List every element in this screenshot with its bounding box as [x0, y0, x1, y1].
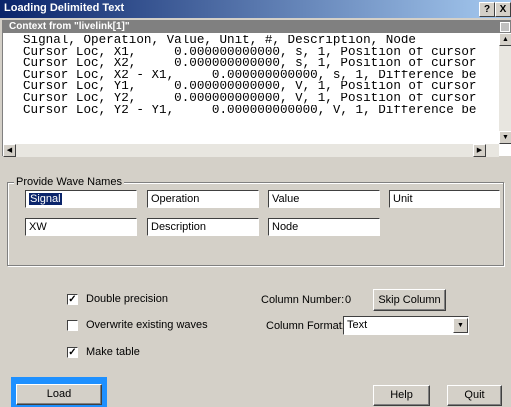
wave-name-field[interactable]: Value	[268, 190, 380, 208]
wave-name-value: Operation	[151, 193, 200, 205]
close-title-button[interactable]: X	[495, 2, 511, 17]
scroll-left-icon[interactable]: ◀	[3, 144, 16, 157]
context-title: Context from "livelink[1]"	[9, 21, 130, 32]
context-text: Signal, Operation, Value, Unit, #, Descr…	[23, 35, 499, 116]
column-number-label: Column Number:	[261, 294, 345, 306]
wave-name-value: XW	[29, 221, 47, 233]
context-line: Cursor Loc, Y1, 0.000000000000, V, 1, Po…	[23, 81, 477, 93]
wave-name-field[interactable]: Signal	[25, 190, 137, 208]
wave-name-value: Value	[272, 193, 300, 205]
context-collapse-icon[interactable]	[500, 22, 510, 32]
context-line: Cursor Loc, Y2 - Y1, 0.000000000000, V, …	[23, 104, 477, 117]
context-line: Cursor Loc, X2 - X1, 0.000000000000, s, …	[23, 69, 477, 82]
make-table-checkbox[interactable]: ✓	[67, 347, 78, 358]
context-line: Signal, Operation, Value, Unit, #, Descr…	[23, 35, 416, 47]
column-format-label: Column Format:	[266, 320, 345, 332]
wave-name-value: Signal	[29, 193, 62, 205]
context-panel: Context from "livelink[1]" Signal, Opera…	[2, 20, 511, 157]
wave-name-field[interactable]: Description	[147, 218, 259, 236]
wave-name-field[interactable]: XW	[25, 218, 137, 236]
chevron-down-icon[interactable]: ▼	[453, 318, 468, 333]
overwrite-label: Overwrite existing waves	[86, 319, 208, 331]
context-line: Cursor Loc, Y2, 0.000000000000, V, 1, Po…	[23, 92, 477, 105]
horizontal-scrollbar[interactable]: ◀ ▶	[3, 144, 499, 157]
window-title: Loading Delimited Text	[4, 2, 125, 14]
double-precision-label: Double precision	[86, 293, 168, 305]
load-button[interactable]: Load	[16, 384, 102, 405]
context-line: Cursor Loc, X1, 0.000000000000, s, 1, Po…	[23, 46, 477, 59]
column-format-select[interactable]: Text ▼	[343, 316, 469, 335]
double-precision-checkbox[interactable]: ✓	[67, 294, 78, 305]
help-button[interactable]: Help	[373, 385, 430, 406]
wave-name-field[interactable]: Unit	[389, 190, 500, 208]
wave-name-value: Node	[272, 221, 299, 233]
wave-names-label: Provide Wave Names	[14, 176, 124, 188]
context-header: Context from "livelink[1]"	[3, 21, 511, 33]
vertical-scrollbar[interactable]: ▲ ▼	[499, 33, 511, 144]
scroll-down-icon[interactable]: ▼	[499, 131, 511, 144]
skip-column-button[interactable]: Skip Column	[373, 289, 446, 311]
context-line: Cursor Loc, X2, 0.000000000000, s, 1, Po…	[23, 58, 477, 70]
title-bar: Loading Delimited Text ? X	[0, 0, 511, 18]
help-title-button[interactable]: ?	[479, 2, 495, 17]
scroll-up-icon[interactable]: ▲	[499, 33, 511, 46]
scroll-right-icon[interactable]: ▶	[473, 144, 486, 157]
wave-name-field[interactable]: Node	[268, 218, 380, 236]
column-format-value: Text	[347, 319, 368, 331]
overwrite-checkbox[interactable]	[67, 320, 78, 331]
wave-name-field[interactable]: Operation	[147, 190, 259, 208]
column-number-value: 0	[345, 294, 352, 306]
wave-name-value: Unit	[393, 193, 413, 205]
wave-name-value: Description	[151, 221, 207, 233]
make-table-label: Make table	[86, 346, 140, 358]
quit-button[interactable]: Quit	[447, 385, 502, 406]
